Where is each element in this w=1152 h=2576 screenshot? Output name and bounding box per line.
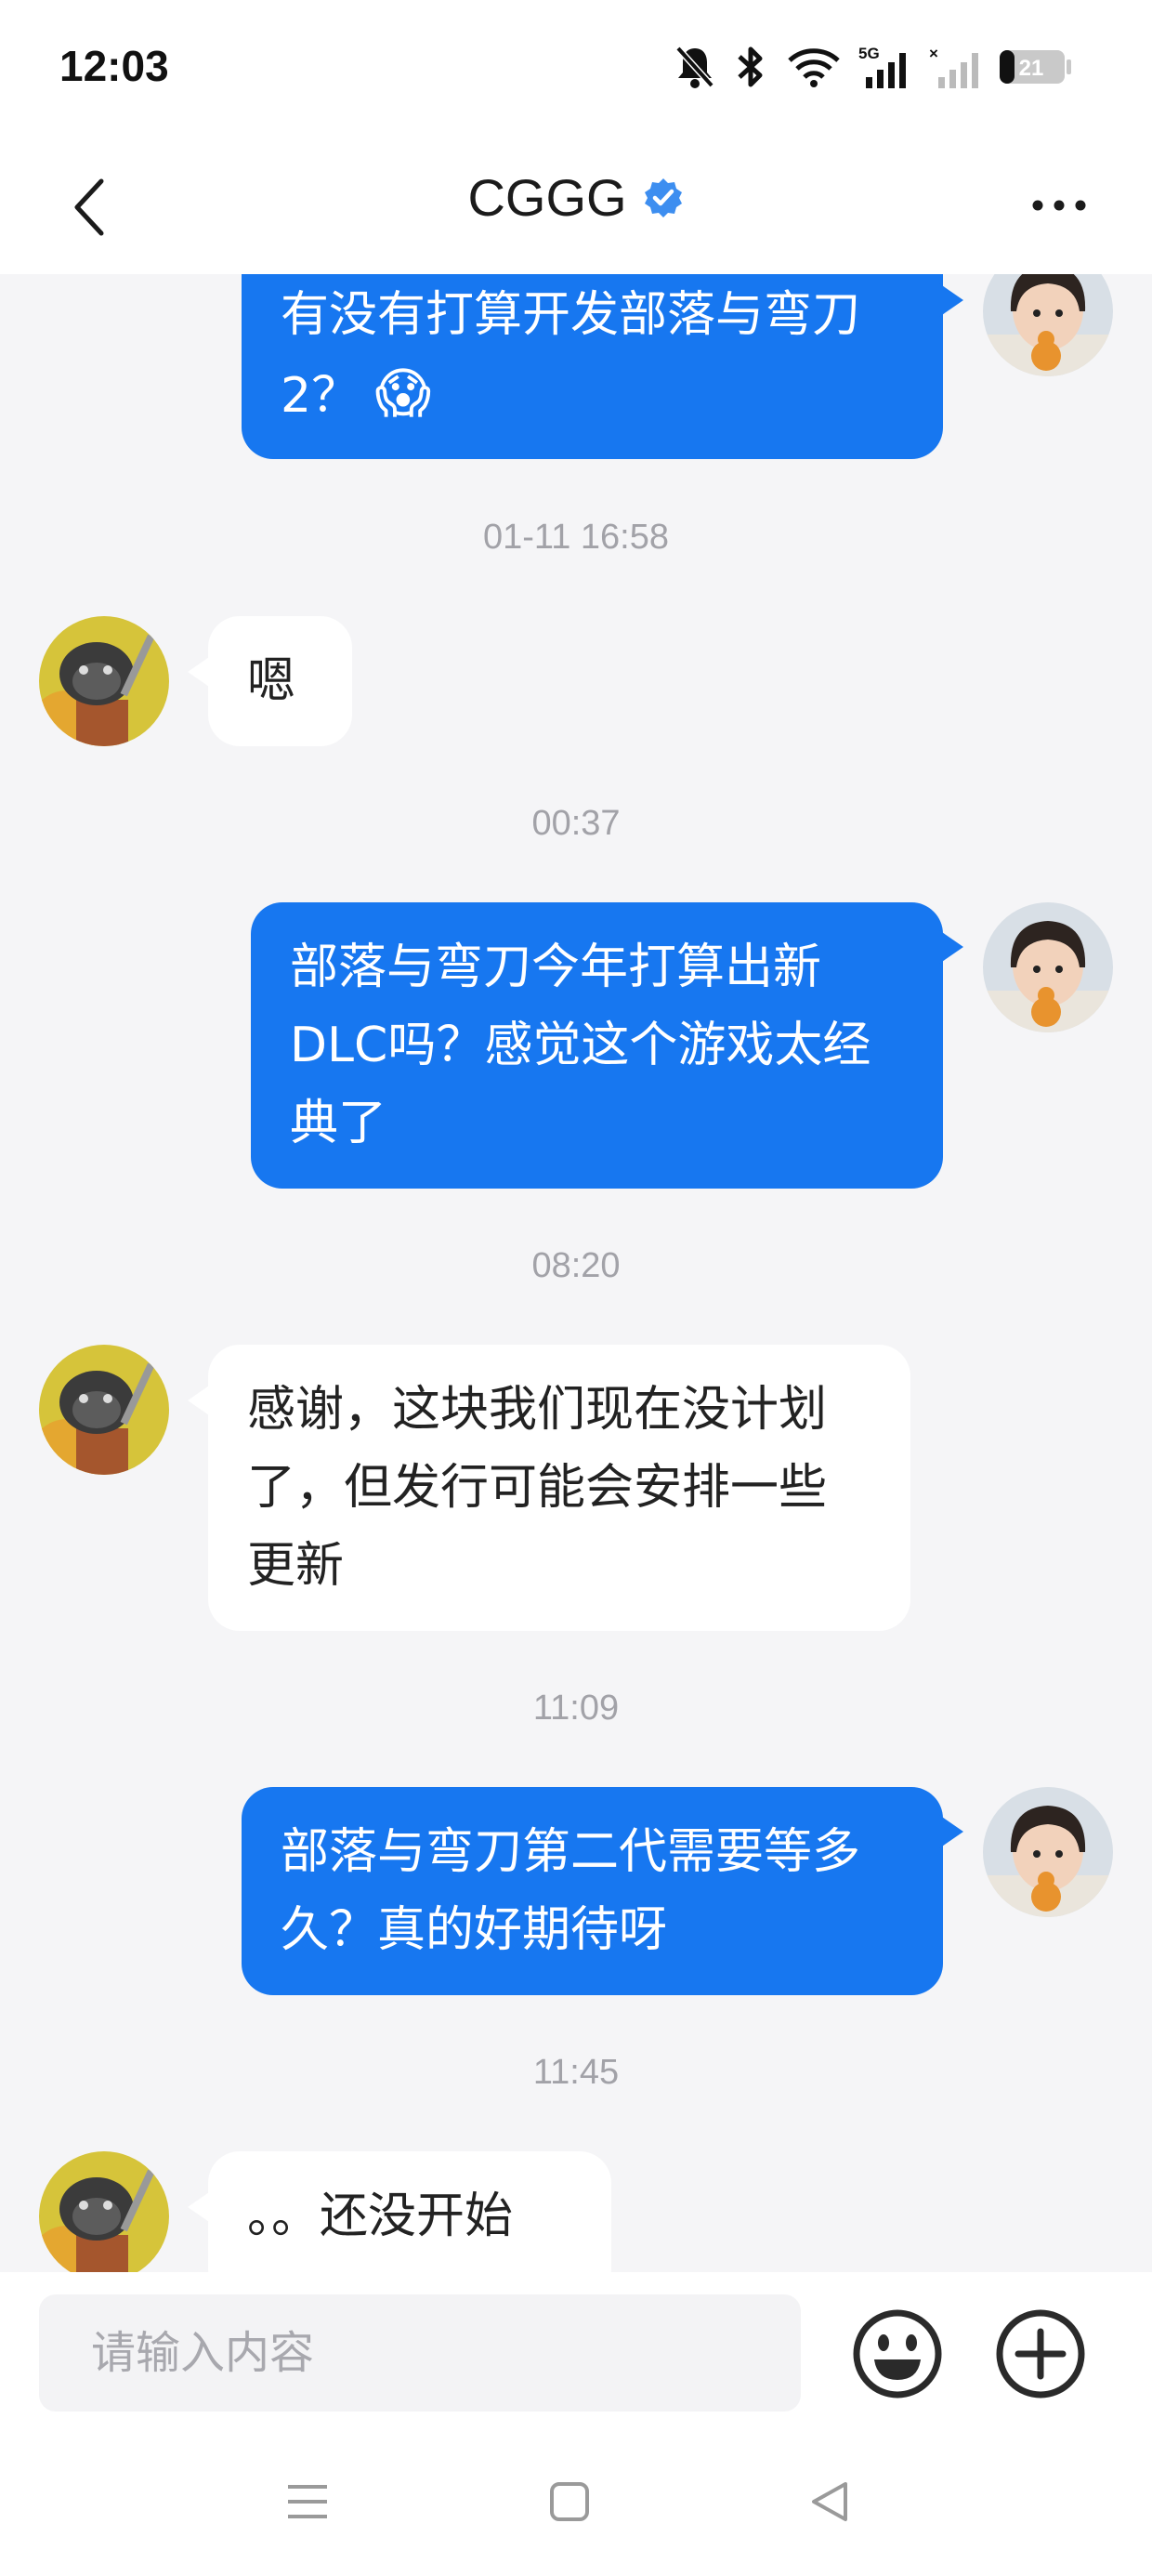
emoji-button[interactable]	[851, 2307, 944, 2400]
nav-back-button[interactable]	[797, 2469, 862, 2534]
message-list[interactable]: 有没有打算开发部落与弯刀 2？ 😱 01-11 16:58 嗯 00:37 部落…	[0, 274, 1152, 2272]
battery-level: 21	[1019, 56, 1044, 81]
message-line: 嗯	[247, 653, 296, 709]
message-line: 部落与弯刀今年打算出新	[290, 940, 822, 995]
plus-icon	[996, 2309, 1085, 2399]
wifi-icon	[786, 46, 842, 88]
incoming-message-bubble[interactable]: 感谢，这块我们现在没计划 了，但发行可能会安排一些 更新	[188, 1345, 910, 1631]
message-line: 。。还没开始	[247, 2188, 514, 2244]
user-avatar[interactable]	[983, 1787, 1113, 1917]
scream-emoji: 😱	[374, 361, 432, 425]
message-line: 典了	[290, 1096, 387, 1151]
network-label: 5G	[858, 45, 880, 62]
message-line: 感谢，这块我们现在没计划	[247, 1382, 828, 1438]
home-square-icon	[550, 2482, 589, 2521]
message-input[interactable]	[39, 2294, 801, 2412]
add-attachment-button[interactable]	[994, 2307, 1087, 2400]
outgoing-message-bubble[interactable]: 部落与弯刀今年打算出新 DLC吗？感觉这个游戏太经 典了	[251, 902, 963, 1189]
more-icon	[1032, 200, 1086, 211]
chat-title: CGGG	[467, 168, 627, 227]
battery-icon: 21	[998, 46, 1072, 87]
status-time: 12:03	[59, 42, 169, 90]
chat-title-area: CGGG	[0, 167, 1152, 228]
contact-avatar[interactable]	[39, 616, 169, 746]
contact-avatar[interactable]	[39, 2151, 169, 2272]
nav-menu-button[interactable]	[275, 2469, 340, 2534]
more-options-button[interactable]	[1022, 173, 1096, 238]
signal-5g-icon: 5G	[858, 44, 912, 90]
message-line: 更新	[247, 1538, 345, 1594]
user-avatar[interactable]	[983, 902, 1113, 1032]
message-line: 久？真的好期待呀	[281, 1902, 668, 1958]
incoming-message-bubble[interactable]: 。。还没开始	[188, 2151, 611, 2272]
nav-home-button[interactable]	[537, 2469, 602, 2534]
mute-bell-icon	[674, 45, 715, 89]
status-icons: 5G × 21	[674, 41, 1072, 93]
message-timestamp: 11:45	[532, 2053, 620, 2092]
message-line: 部落与弯刀第二代需要等多	[281, 1824, 861, 1880]
bluetooth-icon	[732, 44, 769, 90]
message-timestamp: 08:20	[531, 1246, 621, 1285]
outgoing-message-bubble[interactable]: 有没有打算开发部落与弯刀 2？ 😱	[242, 274, 963, 459]
emoji-icon	[853, 2309, 942, 2399]
message-timestamp: 00:37	[531, 804, 621, 843]
back-triangle-icon	[812, 2482, 847, 2521]
chat-header: CGGG	[0, 139, 1152, 274]
incoming-message-bubble[interactable]: 嗯	[188, 616, 352, 746]
contact-avatar[interactable]	[39, 1345, 169, 1475]
message-line-with-emoji: 2？ 😱	[281, 354, 904, 435]
message-line: DLC吗？感觉这个游戏太经	[290, 1018, 871, 1073]
system-nav-bar	[0, 2430, 1152, 2576]
outgoing-message-bubble[interactable]: 部落与弯刀第二代需要等多 久？真的好期待呀	[242, 1787, 963, 1995]
signal-secondary-icon: ×	[929, 44, 981, 90]
message-line: 了，但发行可能会安排一些	[247, 1460, 828, 1516]
message-timestamp: 01-11 16:58	[482, 518, 670, 557]
message-line: 2？	[281, 368, 360, 424]
verified-badge-icon	[644, 177, 682, 217]
svg-text:×: ×	[929, 45, 938, 62]
status-bar: 12:03 5G × 21	[0, 0, 1152, 139]
message-timestamp: 11:09	[532, 1689, 620, 1728]
user-avatar[interactable]	[983, 274, 1113, 376]
menu-icon	[288, 2485, 327, 2518]
message-line: 有没有打算开发部落与弯刀	[281, 287, 861, 343]
input-bar	[0, 2272, 1152, 2430]
